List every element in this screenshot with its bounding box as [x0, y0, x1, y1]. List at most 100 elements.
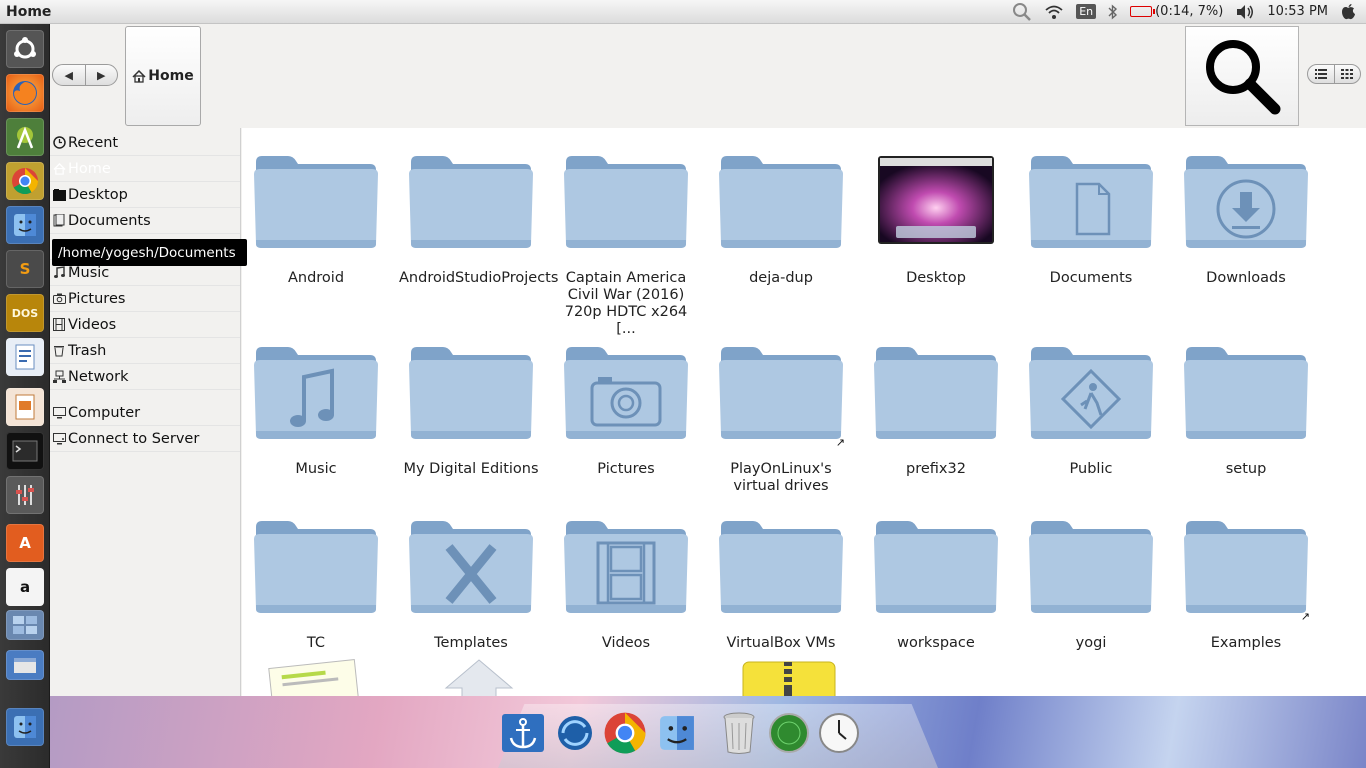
dock-radar-button[interactable]: [766, 710, 812, 756]
folder-item[interactable]: Android: [242, 152, 390, 287]
sidebar: RecentHomeDesktopDocumentsDownloadsMusic…: [50, 128, 241, 696]
battery-icon: [1130, 6, 1156, 17]
folder-item[interactable]: Public: [1017, 343, 1165, 478]
launcher-settings-button[interactable]: [6, 476, 44, 514]
launcher-software-center-button[interactable]: A: [6, 524, 44, 562]
sidebar-item-documents[interactable]: Documents: [50, 208, 240, 234]
folder-item[interactable]: AndroidStudioProjects: [397, 152, 558, 287]
upload-arrow-icon[interactable]: [442, 658, 516, 696]
folder-item[interactable]: Templates: [397, 517, 545, 652]
search-icon[interactable]: [1012, 2, 1032, 22]
music-icon: [52, 266, 66, 280]
launcher-finder-button[interactable]: [6, 206, 44, 244]
sidebar-item-label: Recent: [68, 134, 119, 151]
sidebar-item-recent[interactable]: Recent: [50, 130, 240, 156]
keyboard-layout-indicator[interactable]: En: [1076, 4, 1097, 19]
folder-item[interactable]: Music: [242, 343, 390, 478]
bluetooth-icon[interactable]: [1108, 3, 1118, 20]
folder-item[interactable]: Videos: [552, 517, 700, 652]
folder-item[interactable]: prefix32: [862, 343, 1010, 478]
wifi-icon[interactable]: [1044, 4, 1064, 20]
battery-indicator[interactable]: (0:14, 7%): [1130, 4, 1223, 19]
dock-trash-button[interactable]: [716, 710, 762, 756]
launcher-firefox-button[interactable]: [6, 74, 44, 112]
launcher-impress-button[interactable]: [6, 388, 44, 426]
grid-view-button[interactable]: [1333, 65, 1361, 83]
server-icon: [52, 432, 66, 446]
folder-icon: [252, 517, 380, 617]
folder-item[interactable]: My Digital Editions: [397, 343, 545, 478]
sidebar-item-trash[interactable]: Trash: [50, 338, 240, 364]
launcher-chrome-button[interactable]: [6, 162, 44, 200]
sidebar-item-pictures[interactable]: Pictures: [50, 286, 240, 312]
trash-icon: [723, 712, 755, 754]
documents-icon: [52, 214, 66, 228]
archive-file-icon[interactable]: [742, 658, 836, 696]
search-button[interactable]: [1185, 26, 1299, 126]
folder-icon: ↗: [1182, 517, 1310, 623]
text-document-icon[interactable]: [266, 658, 360, 696]
folder-icon: [872, 517, 1000, 617]
impress-icon: [15, 394, 35, 420]
desktop-folder-item[interactable]: Desktop: [862, 152, 1010, 287]
path-bar-home-button[interactable]: Home: [125, 26, 201, 126]
document-folder-icon: [1027, 152, 1155, 252]
sidebar-item-videos[interactable]: Videos: [50, 312, 240, 338]
launcher-files-button[interactable]: [6, 650, 44, 680]
folder-item[interactable]: setup: [1172, 343, 1320, 478]
volume-icon[interactable]: [1235, 4, 1255, 20]
folder-item[interactable]: Downloads: [1172, 152, 1320, 287]
sidebar-item-desktop[interactable]: Desktop: [50, 182, 240, 208]
folder-item[interactable]: ↗ PlayOnLinux's virtual drives: [707, 343, 855, 495]
sublime-icon: S: [19, 260, 31, 278]
item-label: TC: [306, 635, 326, 651]
folder-item[interactable]: VirtualBox VMs: [707, 517, 855, 652]
launcher-dosbox-button[interactable]: DOS: [6, 294, 44, 332]
sidebar-item-computer[interactable]: Computer: [50, 400, 240, 426]
folder-item[interactable]: Captain America Civil War (2016) 720p HD…: [552, 152, 700, 338]
forward-button[interactable]: ▶: [84, 65, 118, 85]
sidebar-item-network[interactable]: Network: [50, 364, 240, 390]
folder-icon: [1027, 517, 1155, 617]
folder-item[interactable]: workspace: [862, 517, 1010, 652]
app-title: Home: [6, 3, 52, 20]
launcher-terminal-button[interactable]: [6, 432, 44, 470]
dock-chrome-button[interactable]: [602, 710, 648, 756]
dock-clock-button[interactable]: [816, 710, 862, 756]
launcher-android-studio-button[interactable]: [6, 118, 44, 156]
folder-icon: [717, 152, 845, 252]
launcher-sublime-button[interactable]: S: [6, 250, 44, 288]
folder-item[interactable]: yogi: [1017, 517, 1165, 652]
back-button[interactable]: ◀: [53, 65, 85, 85]
music-folder-icon: [252, 343, 380, 443]
folder-item[interactable]: Pictures: [552, 343, 700, 478]
chrome-icon: [604, 712, 646, 754]
files-icon: [14, 658, 36, 673]
launcher-writer-button[interactable]: [6, 338, 44, 376]
folder-item[interactable]: Documents: [1017, 152, 1165, 287]
clock[interactable]: 10:53 PM: [1267, 4, 1328, 19]
sidebar-item-label: Home: [68, 160, 111, 177]
session-icon[interactable]: [1340, 3, 1356, 21]
launcher-dash-button[interactable]: [6, 30, 44, 68]
folder-item[interactable]: deja-dup: [707, 152, 855, 287]
launcher-workspace-button[interactable]: [6, 610, 44, 640]
folder-item[interactable]: TC: [242, 517, 390, 652]
sidebar-item-label: Pictures: [68, 290, 126, 307]
sidebar-item-home[interactable]: Home: [50, 156, 240, 182]
file-grid: Android AndroidStudioProjects Captain Amer…: [242, 128, 1366, 696]
camera-folder-icon: [562, 343, 690, 443]
dock-anchor-button[interactable]: [500, 710, 546, 756]
battery-text: (0:14, 7%): [1155, 4, 1224, 19]
launcher-finder-active-button[interactable]: [6, 708, 44, 746]
film-folder-icon: [562, 517, 690, 617]
folder-item[interactable]: ↗ Examples: [1172, 517, 1320, 652]
launcher-amazon-button[interactable]: a: [6, 568, 44, 606]
camera-icon: [52, 292, 66, 306]
sidebar-item-connect-to-server[interactable]: Connect to Server: [50, 426, 240, 452]
dock-finder-button[interactable]: [654, 710, 700, 756]
symlink-arrow-icon: ↗: [1300, 610, 1310, 623]
dock-sync-button[interactable]: [552, 710, 598, 756]
item-label: Documents: [1049, 270, 1133, 286]
list-view-button[interactable]: [1308, 65, 1334, 83]
